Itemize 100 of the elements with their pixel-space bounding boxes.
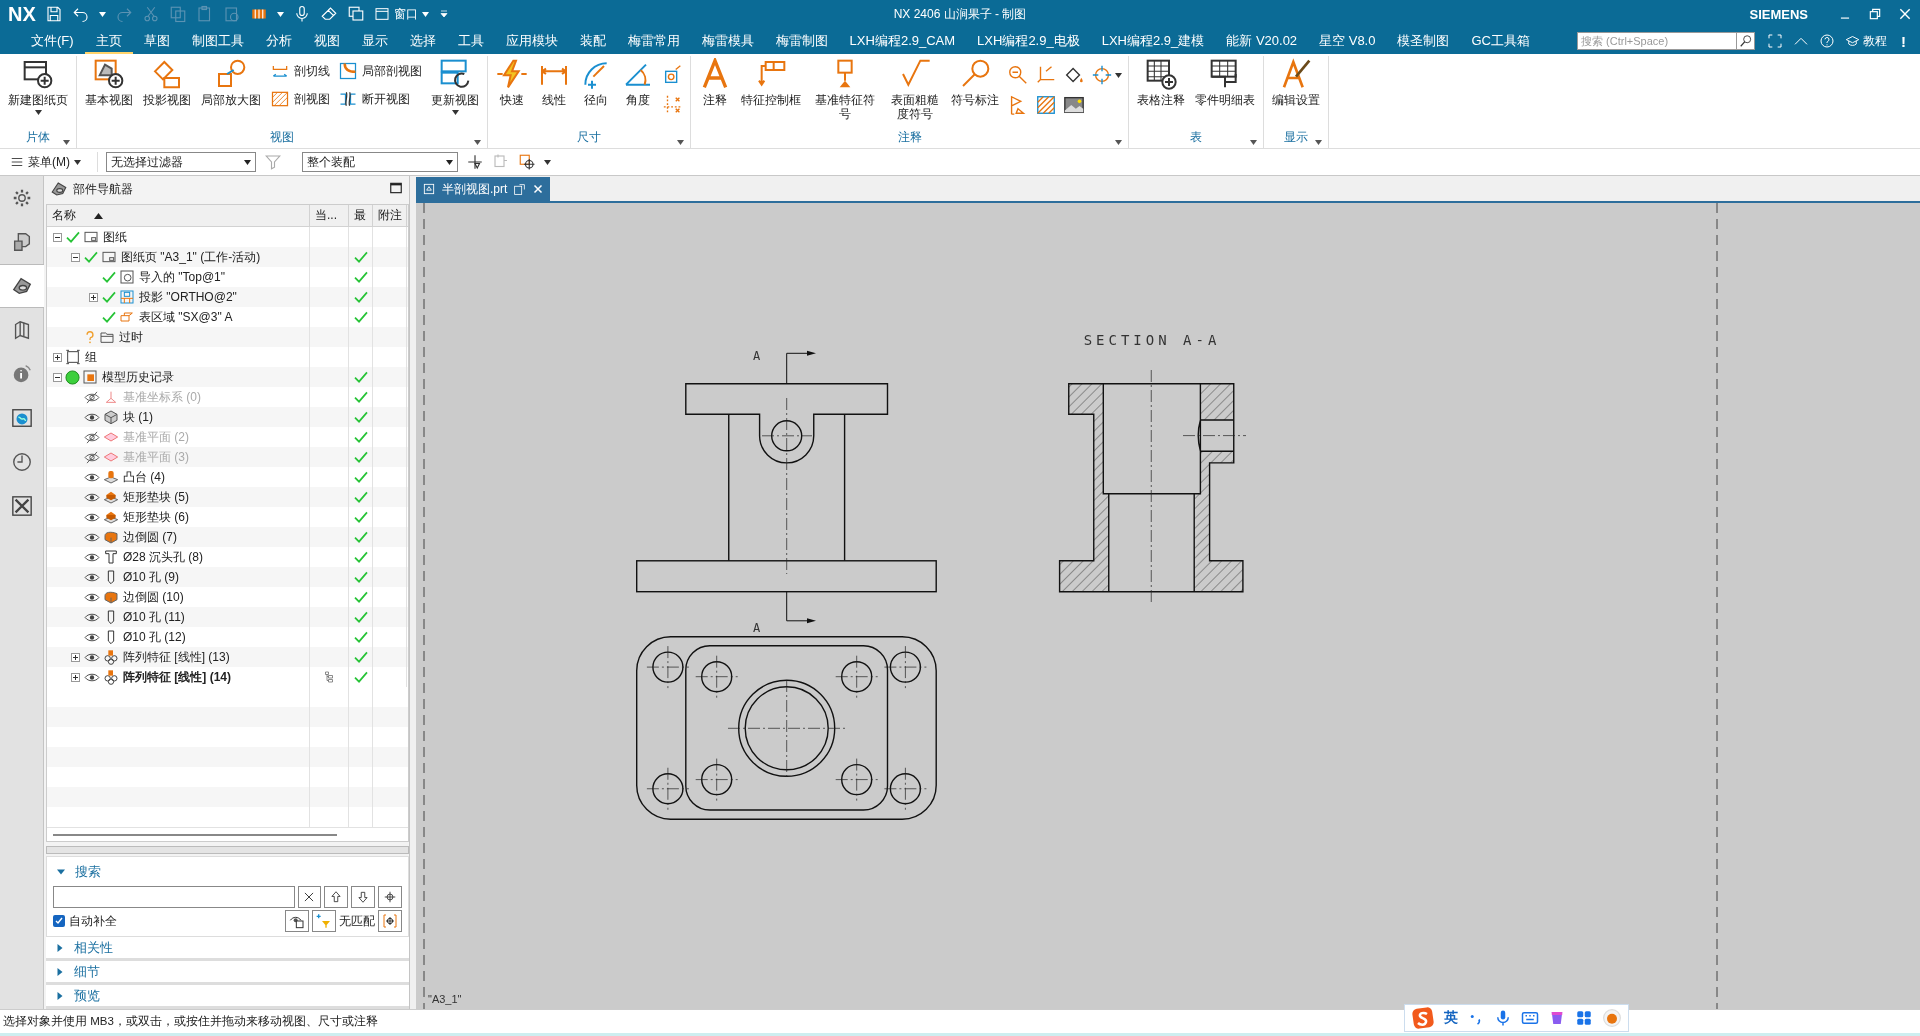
tree-item[interactable]: 矩形垫块 (5) xyxy=(121,488,189,506)
tree-item[interactable]: Ø10 孔 (9) xyxy=(121,568,179,586)
close-icon[interactable] xyxy=(532,183,545,195)
tree-item[interactable]: 图纸 xyxy=(101,228,127,246)
menu-tab[interactable]: 制图工具 xyxy=(180,28,255,54)
ribbon-button[interactable]: 编辑设置 xyxy=(1268,56,1324,109)
window-menu[interactable]: 窗口 xyxy=(373,5,429,23)
ribbon-button[interactable]: 零件明细表 xyxy=(1191,56,1259,109)
ribbon-button[interactable]: 剖视图 xyxy=(267,88,333,110)
hidden-eye-icon[interactable] xyxy=(83,389,101,405)
ribbon-button[interactable]: 注释 xyxy=(695,56,735,109)
point-snap-icon[interactable] xyxy=(518,153,536,171)
menu-tab[interactable]: 梅雷常用 xyxy=(616,28,691,54)
save-icon[interactable] xyxy=(44,5,63,23)
tree-item[interactable]: Ø10 孔 (11) xyxy=(121,608,185,626)
menu-tab[interactable]: 视图 xyxy=(302,28,351,54)
tree-item[interactable]: 表区域 "SX@3" A xyxy=(137,308,233,326)
column-header[interactable]: 名称 xyxy=(52,207,76,224)
ribbon-button[interactable]: 径向 xyxy=(576,56,616,109)
ribbon-button[interactable]: 投影视图 xyxy=(139,56,195,109)
alert-button[interactable]: ! xyxy=(1897,32,1910,50)
tree-item[interactable]: 块 (1) xyxy=(121,408,153,426)
menu-tab[interactable]: 选择 xyxy=(398,28,447,54)
menu-tab[interactable]: 能新 V20.02 xyxy=(1215,28,1309,54)
ribbon-button[interactable]: 局部剖视图 xyxy=(335,60,425,82)
menu-tab[interactable]: 模圣制图 xyxy=(1386,28,1461,54)
section-header[interactable]: 相关性 xyxy=(74,938,113,957)
ribbon-button[interactable]: 剖切线 xyxy=(267,60,333,82)
column-header[interactable]: 当... xyxy=(315,207,337,224)
menu-tab[interactable]: LXH编程2.9_电极 xyxy=(966,28,1091,54)
ribbon-button[interactable]: 符号标注 xyxy=(947,56,1003,109)
search-input[interactable] xyxy=(53,886,295,908)
menu-tab[interactable]: 分析 xyxy=(254,28,303,54)
column-header[interactable]: 最 xyxy=(354,207,366,224)
selection-filter-dropdown[interactable]: 无选择过滤器 xyxy=(106,152,256,172)
menu-tab[interactable]: LXH编程2.9_建模 xyxy=(1090,28,1216,54)
ime-mode-button[interactable]: 英 xyxy=(1444,1009,1458,1027)
caret-icon[interactable] xyxy=(677,140,684,145)
tree-item[interactable]: 凸台 (4) xyxy=(121,468,165,486)
ribbon-button[interactable]: 表格注释 xyxy=(1133,56,1189,109)
close-icon[interactable] xyxy=(1898,7,1912,21)
ribbon-button[interactable]: 基本视图 xyxy=(81,56,137,109)
expand-toggle[interactable] xyxy=(88,291,99,303)
maximize-icon[interactable] xyxy=(389,180,403,195)
menu-tab[interactable]: GC工具箱 xyxy=(1460,28,1541,54)
tutorial-link[interactable]: 教程 xyxy=(1845,32,1887,50)
collapse-arrow-icon[interactable] xyxy=(57,868,65,876)
avatar-icon[interactable] xyxy=(1602,1008,1622,1028)
microphone-icon[interactable] xyxy=(1494,1009,1512,1027)
tree-item[interactable]: 模型历史记录 xyxy=(100,368,174,386)
menu-tab[interactable]: 草图 xyxy=(132,28,181,54)
show-button[interactable] xyxy=(285,910,309,932)
menu-tab[interactable]: 工具 xyxy=(446,28,495,54)
scrollbar-thumb[interactable] xyxy=(53,833,337,836)
previous-button[interactable] xyxy=(324,886,349,908)
section-header[interactable]: 预览 xyxy=(74,986,100,1005)
undo-icon[interactable] xyxy=(71,5,90,23)
tree-item[interactable]: 阵列特征 [线性] (14) xyxy=(121,668,231,686)
ribbon-button[interactable]: 线性 xyxy=(534,56,574,109)
section-header[interactable]: 细节 xyxy=(74,962,100,981)
menu-tab[interactable]: 星空 V8.0 xyxy=(1308,28,1387,54)
menu-tab[interactable]: 梅雷制图 xyxy=(764,28,839,54)
ribbon-button[interactable]: 特征控制框 xyxy=(737,56,805,109)
caret-icon[interactable] xyxy=(474,140,481,145)
expand-toggle[interactable] xyxy=(52,371,63,383)
ime-logo-icon[interactable] xyxy=(1411,1006,1435,1030)
expand-toggle[interactable] xyxy=(70,251,81,263)
checkbox[interactable] xyxy=(53,915,65,927)
ribbon-button[interactable]: 快速 xyxy=(492,56,532,109)
ribbon-button[interactable]: 表面粗糙度符号 xyxy=(885,56,945,123)
column-header[interactable]: 附注 xyxy=(378,207,402,224)
menu-button[interactable]: 菜单(M) xyxy=(10,153,81,171)
tree-item[interactable]: 导入的 "Top@1" xyxy=(137,268,226,286)
grid-icon[interactable] xyxy=(1575,1009,1593,1027)
windows-icon[interactable] xyxy=(346,5,365,23)
ribbon-button[interactable]: 角度 xyxy=(618,56,658,109)
tree-item[interactable]: Ø28 沉头孔 (8) xyxy=(121,548,203,566)
tree-item[interactable]: Ø10 孔 (12) xyxy=(121,628,186,646)
expand-arrow-icon[interactable] xyxy=(56,991,64,1000)
menu-tab[interactable]: 梅雷模具 xyxy=(690,28,765,54)
clear-button[interactable] xyxy=(297,886,322,908)
menu-tab[interactable]: 文件(F) xyxy=(20,28,85,54)
caret-icon[interactable] xyxy=(1250,140,1257,145)
ribbon-button[interactable]: 局部放大图 xyxy=(197,56,265,109)
tree-item[interactable]: 过时 xyxy=(117,328,143,346)
caret-icon[interactable] xyxy=(1315,140,1322,145)
section-header[interactable]: 搜索 xyxy=(75,863,101,881)
customize-icon[interactable] xyxy=(437,8,450,20)
menu-tab[interactable]: 应用模块 xyxy=(494,28,569,54)
ribbon-button[interactable]: 新建图纸页 xyxy=(4,56,72,117)
expand-toggle[interactable] xyxy=(52,231,63,243)
ribbon-button[interactable]: 更新视图 xyxy=(427,56,483,117)
ribbon-button[interactable]: 断开视图 xyxy=(335,88,425,110)
undock-icon[interactable] xyxy=(513,182,527,196)
ribbon-button[interactable]: 基准特征符号 xyxy=(807,56,883,123)
caret-icon[interactable] xyxy=(63,140,70,145)
scope-dropdown[interactable]: 整个装配 xyxy=(302,152,458,172)
expand-toggle[interactable] xyxy=(70,651,81,663)
tree-item[interactable]: 边倒圆 (10) xyxy=(121,588,184,606)
hidden-eye-icon[interactable] xyxy=(83,429,101,445)
